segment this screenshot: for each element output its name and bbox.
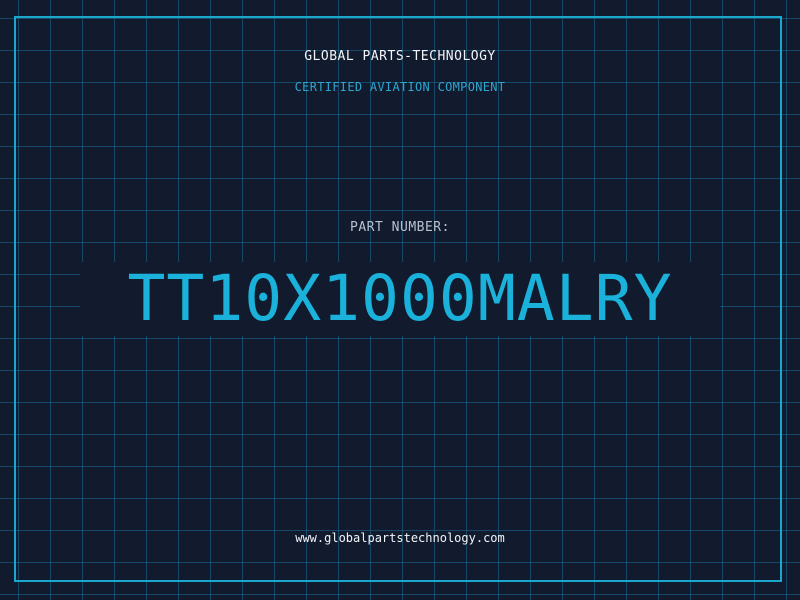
part-number-label: PART NUMBER: [350, 220, 450, 235]
website-url: www.globalpartstechnology.com [295, 531, 505, 545]
part-number: TT10X1000MALRY [127, 262, 673, 335]
brand-name: GLOBAL PARTS-TECHNOLOGY [304, 49, 496, 64]
tagline: CERTIFIED AVIATION COMPONENT [294, 80, 506, 94]
